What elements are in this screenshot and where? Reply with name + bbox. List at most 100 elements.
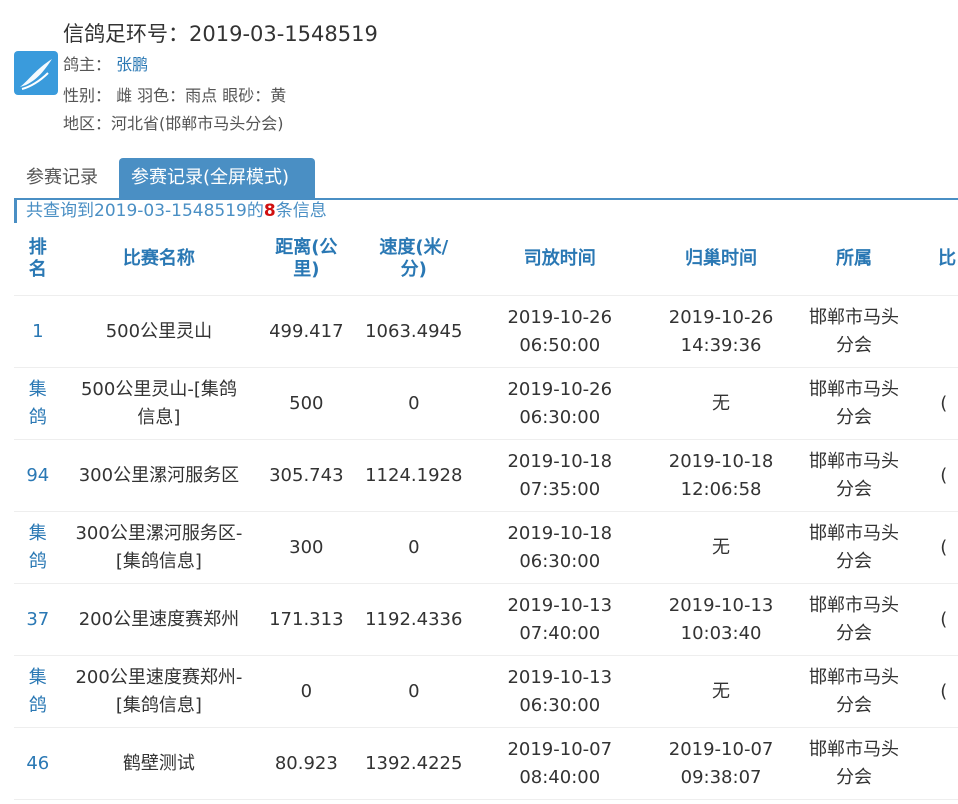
org-cell: 邯郸市马头分会 [793, 296, 915, 368]
race-name-cell: 300公里漯河服务区 [61, 440, 257, 512]
column-header-partial: 比 [914, 223, 958, 296]
return-none: 无 [712, 680, 731, 702]
release-time-cell: 2019-10-07 08:40:00 [471, 728, 649, 800]
return-none: 无 [712, 536, 731, 558]
records-table-wrapper[interactable]: 排名 比赛名称 距离(公里) 速度(米/分) 司放时间 归巢时间 所属 比 1 … [14, 223, 958, 804]
rank-cell: 46 [14, 728, 62, 800]
distance-cell: 500 [256, 368, 357, 440]
rank-cell: 94 [14, 440, 62, 512]
column-header-race: 比赛名称 [61, 223, 257, 296]
distance-cell: 80.923 [256, 728, 357, 800]
owner-label: 鸽主： [63, 55, 112, 74]
tab-records[interactable]: 参赛记录 [14, 158, 119, 198]
org-cell: 邯郸市马头分会 [793, 584, 915, 656]
release-date: 2019-10-26 [507, 306, 613, 328]
race-name-cell: 200公里速度赛郑州 [61, 584, 257, 656]
return-clock: 10:03:40 [680, 622, 762, 644]
race-name-cell: 500公里灵山 [61, 296, 257, 368]
org-cell: 邯郸市马头分会 [793, 728, 915, 800]
rank-cell: 集鸽 [14, 368, 62, 440]
return-time-cell: 无 [648, 656, 794, 728]
return-date: 2019-10-07 [668, 738, 774, 760]
release-date: 2019-10-07 [507, 738, 613, 760]
region-row: 地区：河北省(邯郸市马头分会) [63, 114, 284, 133]
release-clock: 06:30:00 [519, 406, 601, 428]
release-clock: 08:40:00 [519, 766, 601, 788]
partial-cell: ( [914, 656, 958, 728]
speed-cell: 0 [356, 512, 472, 584]
release-clock: 06:30:00 [519, 694, 601, 716]
pigeon-header: 信鸽足环号：2019-03-1548519 鸽主： 张鹏 性别： 雌 羽色：雨点… [0, 0, 958, 150]
org-cell: 邯郸市马头分会 [793, 440, 915, 512]
race-name-cell: 500公里灵山-[集鸽信息] [61, 368, 257, 440]
release-time-cell: 2019-10-13 06:30:00 [471, 656, 649, 728]
rank-cell: 集鸽 [14, 512, 62, 584]
release-time-cell: 2019-10-18 07:35:00 [471, 440, 649, 512]
summary-suffix: 条信息 [275, 201, 327, 221]
partial-cell: ( [914, 368, 958, 440]
release-time-cell: 2019-10-18 06:30:00 [471, 512, 649, 584]
rank-cell: 37 [14, 584, 62, 656]
release-clock: 06:30:00 [519, 550, 601, 572]
distance-cell: 171.313 [256, 584, 357, 656]
column-header-distance: 距离(公里) [256, 223, 357, 296]
org-cell: 邯郸市马头分会 [793, 512, 915, 584]
speed-cell: 1063.4945 [356, 296, 472, 368]
release-date: 2019-10-26 [507, 378, 613, 400]
speed-cell: 0 [356, 368, 472, 440]
return-date: 2019-10-18 [668, 450, 774, 472]
table-row: 集鸽 200公里速度赛郑州-[集鸽信息] 0 0 2019-10-13 06:30… [14, 656, 958, 728]
table-row: 1 500公里灵山 499.417 1063.4945 2019-10-26 06… [14, 296, 958, 368]
speed-cell: 1124.1928 [356, 440, 472, 512]
result-count: 8 [263, 201, 276, 221]
partial-cell [914, 728, 958, 800]
summary-prefix: 共查询到2019-03-1548519的 [26, 201, 264, 221]
result-summary: 共查询到2019-03-1548519的8条信息 [14, 200, 958, 223]
rank-cell: 集鸽 [14, 656, 62, 728]
tab-records-fullscreen[interactable]: 参赛记录(全屏模式) [119, 158, 315, 198]
release-date: 2019-10-18 [507, 450, 613, 472]
partial-cell: ( [914, 440, 958, 512]
speed-cell: 1392.4225 [356, 728, 472, 800]
speed-cell: 0 [356, 656, 472, 728]
table-row: 37 200公里速度赛郑州 171.313 1192.4336 2019-10-… [14, 584, 958, 656]
return-time-cell: 2019-10-26 14:39:36 [648, 296, 794, 368]
partial-cell: ( [914, 512, 958, 584]
partial-cell [914, 296, 958, 368]
records-table: 排名 比赛名称 距离(公里) 速度(米/分) 司放时间 归巢时间 所属 比 1 … [14, 223, 958, 800]
race-name-cell: 200公里速度赛郑州-[集鸽信息] [61, 656, 257, 728]
return-clock: 09:38:07 [680, 766, 762, 788]
table-row: 94 300公里漯河服务区 305.743 1124.1928 2019-10-… [14, 440, 958, 512]
rank-cell: 1 [14, 296, 62, 368]
return-date: 2019-10-13 [668, 594, 774, 616]
return-date: 2019-10-26 [668, 306, 774, 328]
page-title: 信鸽足环号：2019-03-1548519 [63, 22, 378, 46]
table-row: 集鸽 500公里灵山-[集鸽信息] 500 0 2019-10-26 06:30:… [14, 368, 958, 440]
column-header-rank: 排名 [14, 223, 62, 296]
race-name-cell: 300公里漯河服务区-[集鸽信息] [61, 512, 257, 584]
release-time-cell: 2019-10-26 06:50:00 [471, 296, 649, 368]
org-cell: 邯郸市马头分会 [793, 368, 915, 440]
column-header-org: 所属 [793, 223, 915, 296]
distance-cell: 300 [256, 512, 357, 584]
release-date: 2019-10-18 [507, 522, 613, 544]
race-name-cell: 鹤壁测试 [61, 728, 257, 800]
distance-cell: 499.417 [256, 296, 357, 368]
owner-row: 鸽主： 张鹏 [63, 51, 148, 75]
return-time-cell: 无 [648, 512, 794, 584]
table-header-row: 排名 比赛名称 距离(公里) 速度(米/分) 司放时间 归巢时间 所属 比 [14, 223, 958, 296]
release-clock: 06:50:00 [519, 334, 601, 356]
return-time-cell: 2019-10-13 10:03:40 [648, 584, 794, 656]
owner-name-link[interactable]: 张鹏 [116, 55, 148, 74]
column-header-return-time: 归巢时间 [648, 223, 794, 296]
release-time-cell: 2019-10-13 07:40:00 [471, 584, 649, 656]
distance-cell: 305.743 [256, 440, 357, 512]
release-date: 2019-10-13 [507, 666, 613, 688]
pigeon-feather-icon [14, 51, 58, 95]
return-clock: 12:06:58 [680, 478, 762, 500]
return-clock: 14:39:36 [680, 334, 762, 356]
return-time-cell: 2019-10-18 12:06:58 [648, 440, 794, 512]
release-time-cell: 2019-10-26 06:30:00 [471, 368, 649, 440]
column-header-speed: 速度(米/分) [356, 223, 472, 296]
release-date: 2019-10-13 [507, 594, 613, 616]
